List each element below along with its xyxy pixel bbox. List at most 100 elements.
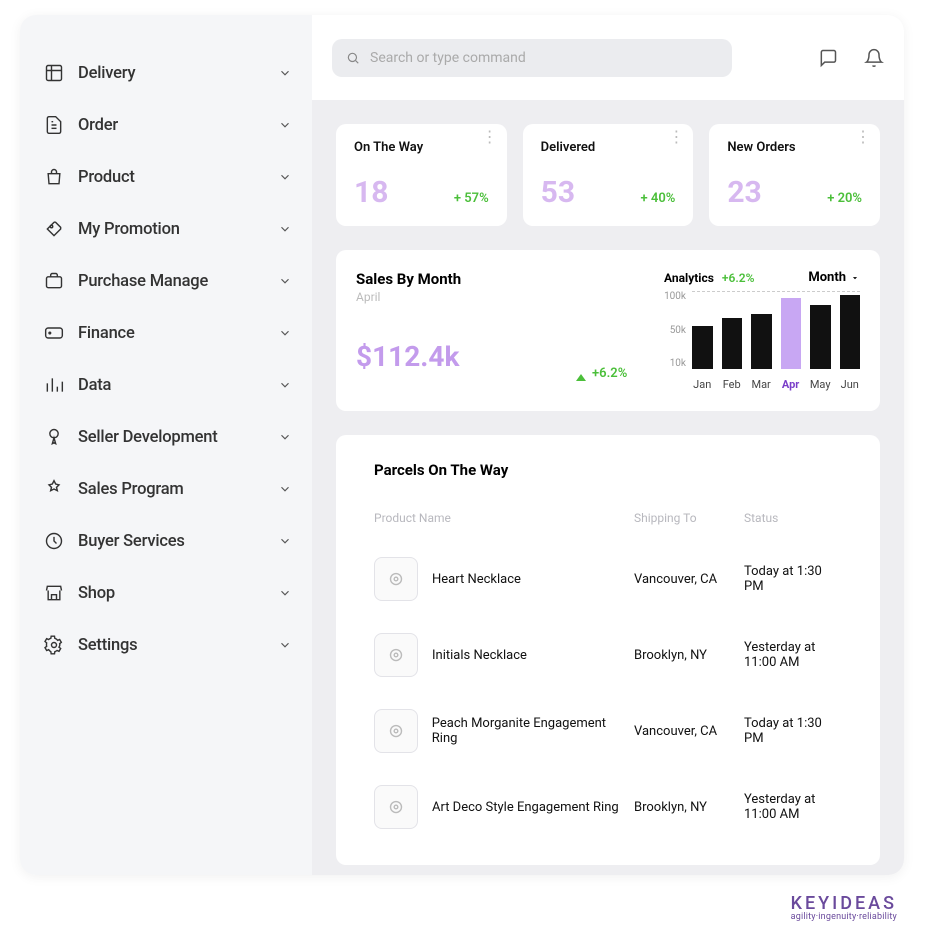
x-tick: Jun bbox=[840, 378, 860, 391]
delivery-icon bbox=[44, 63, 64, 83]
bar-Jan[interactable] bbox=[692, 326, 713, 369]
sidebar-item-product[interactable]: Product bbox=[44, 151, 292, 203]
x-tick: Mar bbox=[751, 378, 771, 391]
y-tick: 10k bbox=[660, 358, 686, 369]
status-text: Today at 1:30 PM bbox=[744, 564, 842, 594]
table-row[interactable]: Art Deco Style Engagement Ring Brooklyn,… bbox=[356, 769, 860, 845]
chevron-down-icon bbox=[278, 222, 292, 236]
stat-card: ⋮ New Orders 23 + 20% bbox=[709, 124, 880, 226]
sidebar-item-label: Finance bbox=[78, 324, 278, 343]
bar-May[interactable] bbox=[810, 305, 831, 369]
sidebar-item-shop[interactable]: Shop bbox=[44, 567, 292, 619]
parcels-panel: Parcels On The Way Product Name Shipping… bbox=[336, 435, 880, 865]
bar-Feb[interactable] bbox=[722, 318, 743, 369]
bell-icon[interactable] bbox=[864, 48, 884, 68]
bar-Apr[interactable] bbox=[781, 298, 802, 369]
parcels-title: Parcels On The Way bbox=[356, 455, 860, 495]
range-selector[interactable]: Month bbox=[808, 270, 860, 285]
analytics-label: Analytics bbox=[664, 271, 714, 285]
data-icon bbox=[44, 375, 64, 395]
shipping-to: Vancouver, CA bbox=[634, 724, 744, 739]
product-name: Peach Morganite Engagement Ring bbox=[432, 716, 634, 746]
finance-icon bbox=[44, 323, 64, 343]
chevron-down-icon bbox=[278, 638, 292, 652]
order-icon bbox=[44, 115, 64, 135]
table-header: Product Name Shipping To Status bbox=[356, 495, 860, 541]
stat-card: ⋮ Delivered 53 + 40% bbox=[523, 124, 694, 226]
chevron-down-icon bbox=[278, 534, 292, 548]
product-icon bbox=[44, 167, 64, 187]
sidebar-item-delivery[interactable]: Delivery bbox=[44, 47, 292, 99]
brand-logo: KEYIDEAS agility·ingenuity·reliability bbox=[791, 893, 897, 922]
product-thumb bbox=[374, 633, 418, 677]
sidebar-item-sales[interactable]: Sales Program bbox=[44, 463, 292, 515]
sidebar-item-purchase[interactable]: Purchase Manage bbox=[44, 255, 292, 307]
shipping-to: Vancouver, CA bbox=[634, 572, 744, 587]
x-tick: Jan bbox=[692, 378, 712, 391]
chevron-down-icon bbox=[278, 274, 292, 288]
product-thumb bbox=[374, 557, 418, 601]
bar-Jun[interactable] bbox=[840, 295, 861, 369]
sidebar-item-label: Sales Program bbox=[78, 480, 278, 499]
search-icon bbox=[346, 51, 360, 65]
stat-value: 23 bbox=[727, 175, 761, 210]
analytics-delta: +6.2% bbox=[722, 271, 755, 285]
sidebar-item-label: Buyer Services bbox=[78, 532, 278, 551]
sidebar-item-data[interactable]: Data bbox=[44, 359, 292, 411]
chevron-down-icon bbox=[278, 378, 292, 392]
sidebar-item-label: Settings bbox=[78, 636, 278, 655]
chevron-down-icon bbox=[278, 326, 292, 340]
sidebar-item-seller[interactable]: Seller Development bbox=[44, 411, 292, 463]
product-thumb bbox=[374, 785, 418, 829]
sales-month: April bbox=[356, 290, 556, 304]
more-icon[interactable]: ⋮ bbox=[855, 134, 870, 140]
y-tick: 100k bbox=[660, 291, 686, 302]
th-status: Status bbox=[744, 511, 842, 525]
stat-title: Delivered bbox=[541, 140, 676, 155]
sidebar-item-label: Purchase Manage bbox=[78, 272, 278, 291]
sidebar-item-label: Shop bbox=[78, 584, 278, 603]
chat-icon[interactable] bbox=[818, 48, 838, 68]
sidebar-item-label: Seller Development bbox=[78, 428, 278, 447]
sidebar-item-promotion[interactable]: My Promotion bbox=[44, 203, 292, 255]
x-tick: Feb bbox=[721, 378, 741, 391]
stats-row: ⋮ On The Way 18 + 57% ⋮ Delivered 53 + 4… bbox=[336, 124, 880, 226]
th-product: Product Name bbox=[374, 511, 634, 525]
stat-delta: + 40% bbox=[641, 191, 676, 206]
purchase-icon bbox=[44, 271, 64, 291]
sidebar-item-settings[interactable]: Settings bbox=[44, 619, 292, 671]
stat-card: ⋮ On The Way 18 + 57% bbox=[336, 124, 507, 226]
shipping-to: Brooklyn, NY bbox=[634, 648, 744, 663]
stat-title: New Orders bbox=[727, 140, 862, 155]
bar-Mar[interactable] bbox=[751, 314, 772, 369]
product-name: Initials Necklace bbox=[432, 648, 527, 663]
sales-title: Sales By Month bbox=[356, 270, 556, 288]
more-icon[interactable]: ⋮ bbox=[482, 134, 497, 140]
chevron-down-icon bbox=[850, 273, 860, 283]
sales-delta: +6.2% bbox=[576, 270, 644, 391]
stat-delta: + 57% bbox=[454, 191, 489, 206]
sidebar-item-finance[interactable]: Finance bbox=[44, 307, 292, 359]
sales-amount: $112.4k bbox=[356, 340, 556, 373]
chevron-down-icon bbox=[278, 482, 292, 496]
stat-delta: + 20% bbox=[827, 191, 862, 206]
sidebar-item-buyer[interactable]: Buyer Services bbox=[44, 515, 292, 567]
more-icon[interactable]: ⋮ bbox=[668, 134, 683, 140]
sidebar-item-label: Order bbox=[78, 116, 278, 135]
search-input[interactable]: Search or type command bbox=[332, 39, 732, 77]
table-row[interactable]: Heart Necklace Vancouver, CA Today at 1:… bbox=[356, 541, 860, 617]
buyer-icon bbox=[44, 531, 64, 551]
settings-icon bbox=[44, 635, 64, 655]
table-row[interactable]: Peach Morganite Engagement Ring Vancouve… bbox=[356, 693, 860, 769]
status-text: Yesterday at 11:00 AM bbox=[744, 640, 842, 670]
chevron-down-icon bbox=[278, 118, 292, 132]
table-row[interactable]: Initials Necklace Brooklyn, NY Yesterday… bbox=[356, 617, 860, 693]
sidebar-item-label: My Promotion bbox=[78, 220, 278, 239]
sidebar-item-order[interactable]: Order bbox=[44, 99, 292, 151]
topbar: Search or type command bbox=[312, 15, 904, 100]
seller-icon bbox=[44, 427, 64, 447]
promotion-icon bbox=[44, 219, 64, 239]
content: ⋮ On The Way 18 + 57% ⋮ Delivered 53 + 4… bbox=[312, 100, 904, 865]
chevron-down-icon bbox=[278, 170, 292, 184]
shop-icon bbox=[44, 583, 64, 603]
